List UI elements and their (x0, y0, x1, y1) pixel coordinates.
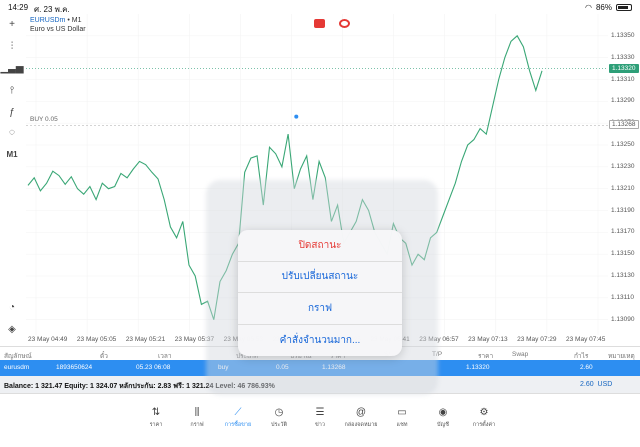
symbol-name: EURUSDm (30, 17, 66, 24)
nav-label: การซื้อขาย (224, 422, 252, 428)
one-click-trading (314, 19, 350, 28)
settings-icon: ⚙ (479, 407, 489, 418)
modify-position-item[interactable]: ปรับเปลี่ยนสถานะ (238, 262, 402, 293)
price-tick-label: 1.13310 (611, 75, 635, 83)
nav-label: กล่องจดหมาย (344, 422, 378, 428)
cell-time: 05.23 06:08 (136, 364, 171, 371)
chat-icon: ▭ (397, 407, 407, 418)
bulk-orders-item[interactable]: คำสั่งจำนวนมาก... (238, 325, 402, 357)
nav-label: ประวัติ (270, 422, 288, 428)
price-tick-label: 1.13190 (611, 206, 635, 214)
trade-icon: ⟋ (234, 407, 242, 418)
buy-price-marker: 1.13268 (609, 120, 639, 130)
bottom-navigation: ⇅ ราคา ⫼ กราฟ ⟋ การซื้อขาย ◷ ประวัติ ☰ ข่าว @ กล่อง… (0, 398, 640, 447)
nav-label: แชท (396, 422, 408, 428)
battery-icon (616, 4, 632, 11)
cell-current-price: 1.13320 (466, 364, 490, 371)
symbol-description: Euro vs US Dollar (30, 26, 86, 33)
exness-icon[interactable]: ◈ (4, 321, 20, 337)
shapes-icon[interactable]: ◌ (4, 124, 20, 140)
buy-line-label: BUY 0.05 (30, 116, 58, 123)
position-context-menu: ปิดสถานะ ปรับเปลี่ยนสถานะ กราฟ คำสั่งจำน… (238, 230, 402, 356)
time-tick-label: 23 May 07:29 (517, 336, 557, 343)
price-tick-label: 1.13210 (611, 184, 635, 192)
price-tick-label: 1.13350 (611, 31, 635, 39)
timeframe: M1 (71, 17, 82, 24)
price-axis: 1.133501.133301.133101.132901.132701.132… (608, 14, 640, 335)
price-tick-label: 1.13110 (611, 293, 635, 301)
battery-percent: 86% (595, 3, 612, 12)
symbol-header[interactable]: EURUSDm • M1 Euro vs US Dollar (30, 16, 86, 34)
cell-symbol: eurusdm (4, 364, 30, 371)
chart-toolbar: + ⫶ ▁▃▅ ⫯ ƒ ◌ M1 ◔ ◈ (0, 14, 23, 339)
quotes-icon: ⇅ (151, 407, 161, 418)
price-tick-label: 1.13250 (611, 141, 635, 149)
column-header[interactable]: Swap (512, 351, 528, 358)
price-tick-label: 1.13130 (611, 272, 635, 280)
time-tick-label: 23 May 07:13 (468, 336, 508, 343)
current-price-marker: 1.13320 (609, 63, 639, 73)
crosshair-icon[interactable]: + (4, 16, 20, 32)
bar-chart-icon[interactable]: ▁▃▅ (0, 60, 23, 76)
candlestick-icon[interactable]: ⫶ (4, 38, 20, 54)
function-icon[interactable]: ƒ (4, 104, 20, 120)
speed-gauge-icon[interactable]: ◔ (4, 299, 20, 315)
price-tick-label: 1.13170 (611, 228, 635, 236)
nav-trade[interactable]: ⟋ การซื้อขาย (218, 406, 258, 429)
timeframe-label[interactable]: M1 (4, 146, 20, 162)
charts-icon: ⫼ (194, 407, 200, 418)
cell-ticket: 1893650624 (56, 364, 93, 371)
price-tick-label: 1.13290 (611, 97, 635, 105)
nav-label: การตั้งค่า (472, 422, 496, 428)
price-tick-label: 1.13090 (611, 315, 635, 323)
accounts-icon: ◉ (438, 407, 448, 418)
nav-accounts[interactable]: ◉ บัญชี (423, 406, 463, 429)
total-profit: 2.60 USD (580, 381, 613, 388)
chart-item[interactable]: กราฟ (238, 293, 402, 325)
indicators-icon[interactable]: ⫯ (4, 82, 20, 98)
nav-news[interactable]: ☰ ข่าว (300, 406, 340, 429)
time-tick-label: 23 May 05:05 (76, 336, 117, 343)
cell-profit: 2.60 (580, 364, 593, 371)
price-tick-label: 1.13230 (611, 162, 635, 170)
news-icon: ☰ (315, 407, 325, 418)
nav-charts[interactable]: ⫼ กราฟ (177, 406, 217, 429)
nav-label: ราคา (149, 422, 163, 428)
nav-label: ข่าว (315, 422, 325, 428)
time-tick-label: 23 May 07:45 (566, 336, 606, 343)
wifi-icon: ◠ (585, 3, 592, 12)
history-icon: ◷ (274, 407, 284, 418)
close-position-item[interactable]: ปิดสถานะ (238, 230, 402, 262)
nav-history[interactable]: ◷ ประวัติ (259, 406, 299, 429)
nav-mailbox[interactable]: @ กล่องจดหมาย (341, 406, 381, 429)
nav-label: บัญชี (437, 422, 449, 428)
sell-button-icon[interactable] (314, 19, 325, 28)
nav-label: กราฟ (190, 422, 204, 428)
time-tick-label: 23 May 05:21 (125, 336, 166, 343)
mailbox-icon: @ (355, 407, 367, 418)
nav-settings[interactable]: ⚙ การตั้งค่า (464, 406, 504, 429)
price-tick-label: 1.13150 (611, 250, 635, 258)
buy-button-icon[interactable] (339, 19, 350, 28)
nav-quotes[interactable]: ⇅ ราคา (136, 406, 176, 429)
nav-chat[interactable]: ▭ แชท (382, 406, 422, 429)
time-tick-label: 23 May 04:49 (28, 336, 68, 343)
price-tick-label: 1.13330 (611, 53, 635, 61)
status-bar: 14:29 ศ. 23 พ.ค. ◠ 86% (0, 0, 640, 14)
entry-marker (294, 114, 299, 119)
